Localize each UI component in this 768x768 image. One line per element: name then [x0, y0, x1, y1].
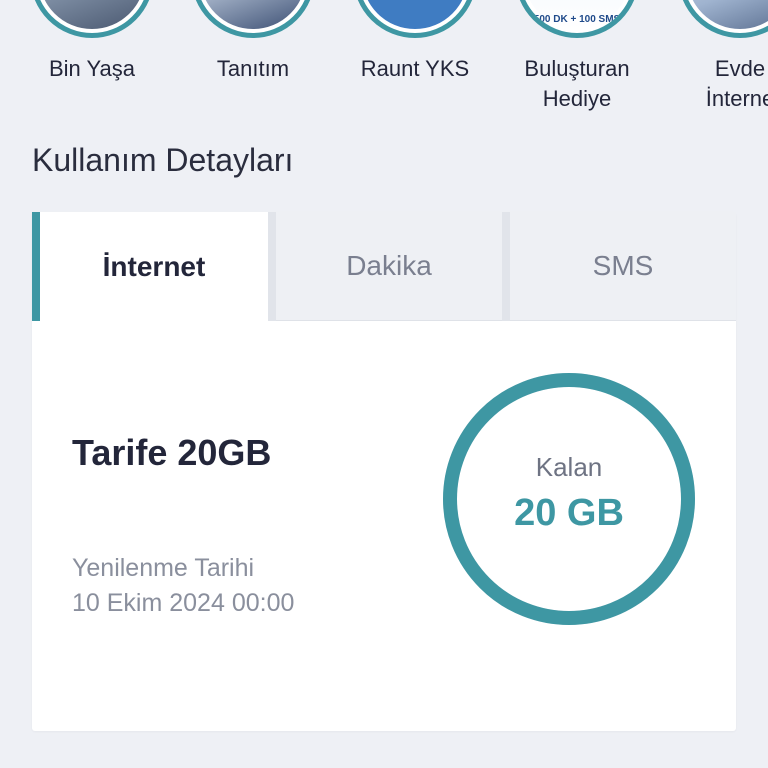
story-label: Buluşturan Hediye — [497, 54, 657, 114]
tab-sms[interactable]: SMS — [510, 212, 736, 321]
story-thumbnail[interactable] — [678, 0, 768, 38]
story-thumbnail[interactable] — [353, 0, 477, 38]
story-thumb-text: 500 DK + 100 SMS — [533, 14, 621, 25]
tab-dakika[interactable]: Dakika — [276, 212, 502, 321]
usage-tabs: İnternet Dakika SMS — [32, 212, 736, 321]
story-label: Bin Yaşa — [48, 56, 136, 81]
story-label: Evde İnterne — [660, 54, 768, 114]
story-label: Tanıtım — [216, 56, 290, 81]
tab-internet[interactable]: İnternet — [32, 212, 268, 321]
remaining-value: 20 GB — [514, 492, 624, 534]
usage-card: İnternet Dakika SMS Tarife 20GB Yenilenm… — [32, 212, 736, 731]
story-label-text: Evde İnterne — [705, 56, 768, 111]
story-thumbnail[interactable]: 500 DK + 100 SMS — [515, 0, 639, 38]
section-title: Kullanım Detayları — [32, 142, 294, 178]
stories-carousel: Bin Yaşa Tanıtım Raunt YKS 500 DK + 100 … — [0, 0, 768, 120]
remaining-label: Kalan — [535, 452, 603, 482]
renewal-date: 10 Ekim 2024 00:00 — [72, 589, 295, 617]
story-thumbnail[interactable] — [30, 0, 154, 38]
story-label-text: Buluşturan Hediye — [524, 56, 630, 111]
story-thumbnail[interactable] — [191, 0, 315, 38]
renewal-label: Yenilenme Tarihi — [72, 554, 255, 582]
plan-name: Tarife 20GB — [72, 432, 272, 473]
story-label: Raunt YKS — [360, 56, 470, 81]
